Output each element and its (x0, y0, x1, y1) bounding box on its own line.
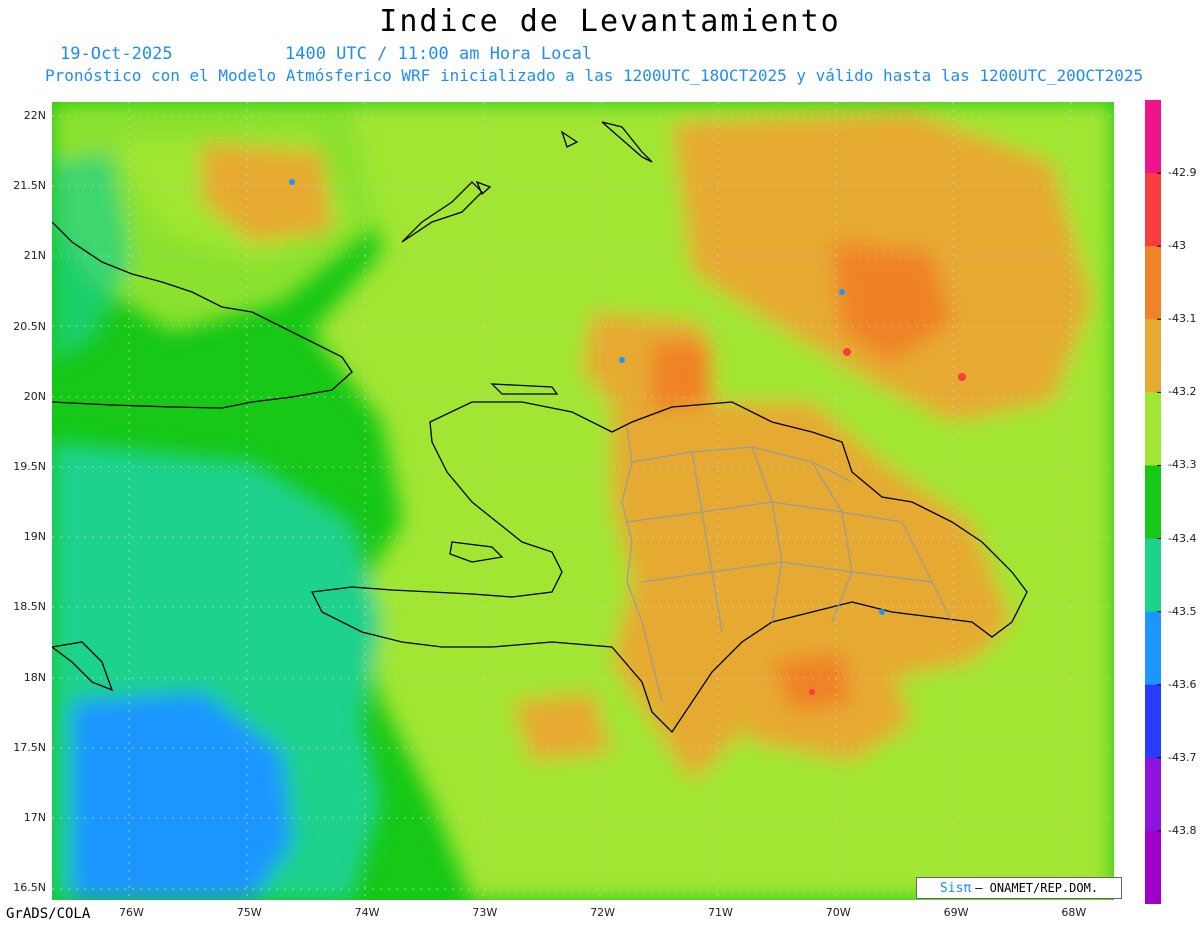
colorbar-label: -43.7 (1168, 750, 1197, 764)
lat-tick-label: 17.5N (13, 740, 46, 754)
lon-tick-label: 75W (236, 906, 262, 919)
colorbar-segment (1145, 173, 1161, 247)
colorbar-label: -43.1 (1168, 312, 1197, 326)
lat-tick-label: 16.5N (13, 881, 46, 895)
valid-date: 19-Oct-2025 (60, 44, 173, 64)
lat-tick-label: 19.5N (13, 460, 46, 473)
colorbar-segment (1145, 392, 1161, 466)
colorbar-segment (1145, 538, 1161, 613)
lat-tick-label: 21N (23, 249, 46, 263)
lon-tick-label: 70W (825, 906, 851, 919)
lon-tick-label: 76W (119, 906, 144, 919)
colorbar-label: -43.2 (1168, 385, 1197, 399)
lon-tick-label: 74W (354, 906, 380, 919)
lon-tick-label: 72W (590, 906, 616, 919)
colorbar-segment (1145, 319, 1161, 393)
colorbar-segment (1145, 830, 1161, 904)
lon-tick-label: 71W (708, 906, 733, 919)
lat-tick-label: 20.5N (13, 319, 46, 333)
colorbar-label: -43.3 (1168, 458, 1197, 472)
colorbar-segment (1145, 611, 1161, 686)
valid-time: 1400 UTC / 11:00 am Hora Local (285, 44, 593, 64)
colorbar-segment (1145, 100, 1161, 174)
colorbar-label: -43.8 (1168, 823, 1197, 837)
lat-tick-label: 22N (23, 109, 46, 122)
lat-tick-label: 21.5N (13, 179, 46, 193)
colorbar-label: -43.6 (1168, 677, 1197, 691)
lon-tick-label: 68W (1061, 906, 1087, 919)
lat-tick-label: 17N (23, 811, 46, 824)
colorbar-label: -42.9 (1168, 166, 1197, 180)
credit-box: Sisπ – ONAMET/REP.DOM. (916, 877, 1122, 899)
colorbar (1145, 100, 1161, 904)
lon-tick-label: 73W (472, 906, 498, 919)
field-dark-orange-center (652, 342, 712, 412)
colorbar-segment (1145, 684, 1161, 759)
lat-tick-label: 18N (23, 670, 46, 684)
lon-tick-label: 69W (943, 906, 969, 919)
colorbar-label: -43.5 (1168, 604, 1197, 618)
credit-brand: Sisπ (939, 880, 972, 896)
colorbar-segment (1145, 246, 1161, 320)
colorbar-segment (1145, 757, 1161, 832)
map-title: Indice de Levantamiento (379, 4, 841, 39)
colorbar-label: -43.4 (1168, 531, 1197, 545)
software-credit: GrADS/COLA (6, 906, 91, 922)
lifted-index-map (52, 102, 1114, 900)
colorbar-segment (1145, 465, 1161, 540)
colorbar-label: -43 (1168, 239, 1186, 253)
lat-tick-label: 20N (23, 389, 46, 403)
lat-tick-label: 18.5N (13, 600, 46, 614)
credit-text: – ONAMET/REP.DOM. (975, 881, 1099, 895)
forecast-description: Pronóstico con el Modelo Atmósferico WRF… (45, 66, 1144, 85)
lat-tick-label: 19N (23, 530, 46, 544)
